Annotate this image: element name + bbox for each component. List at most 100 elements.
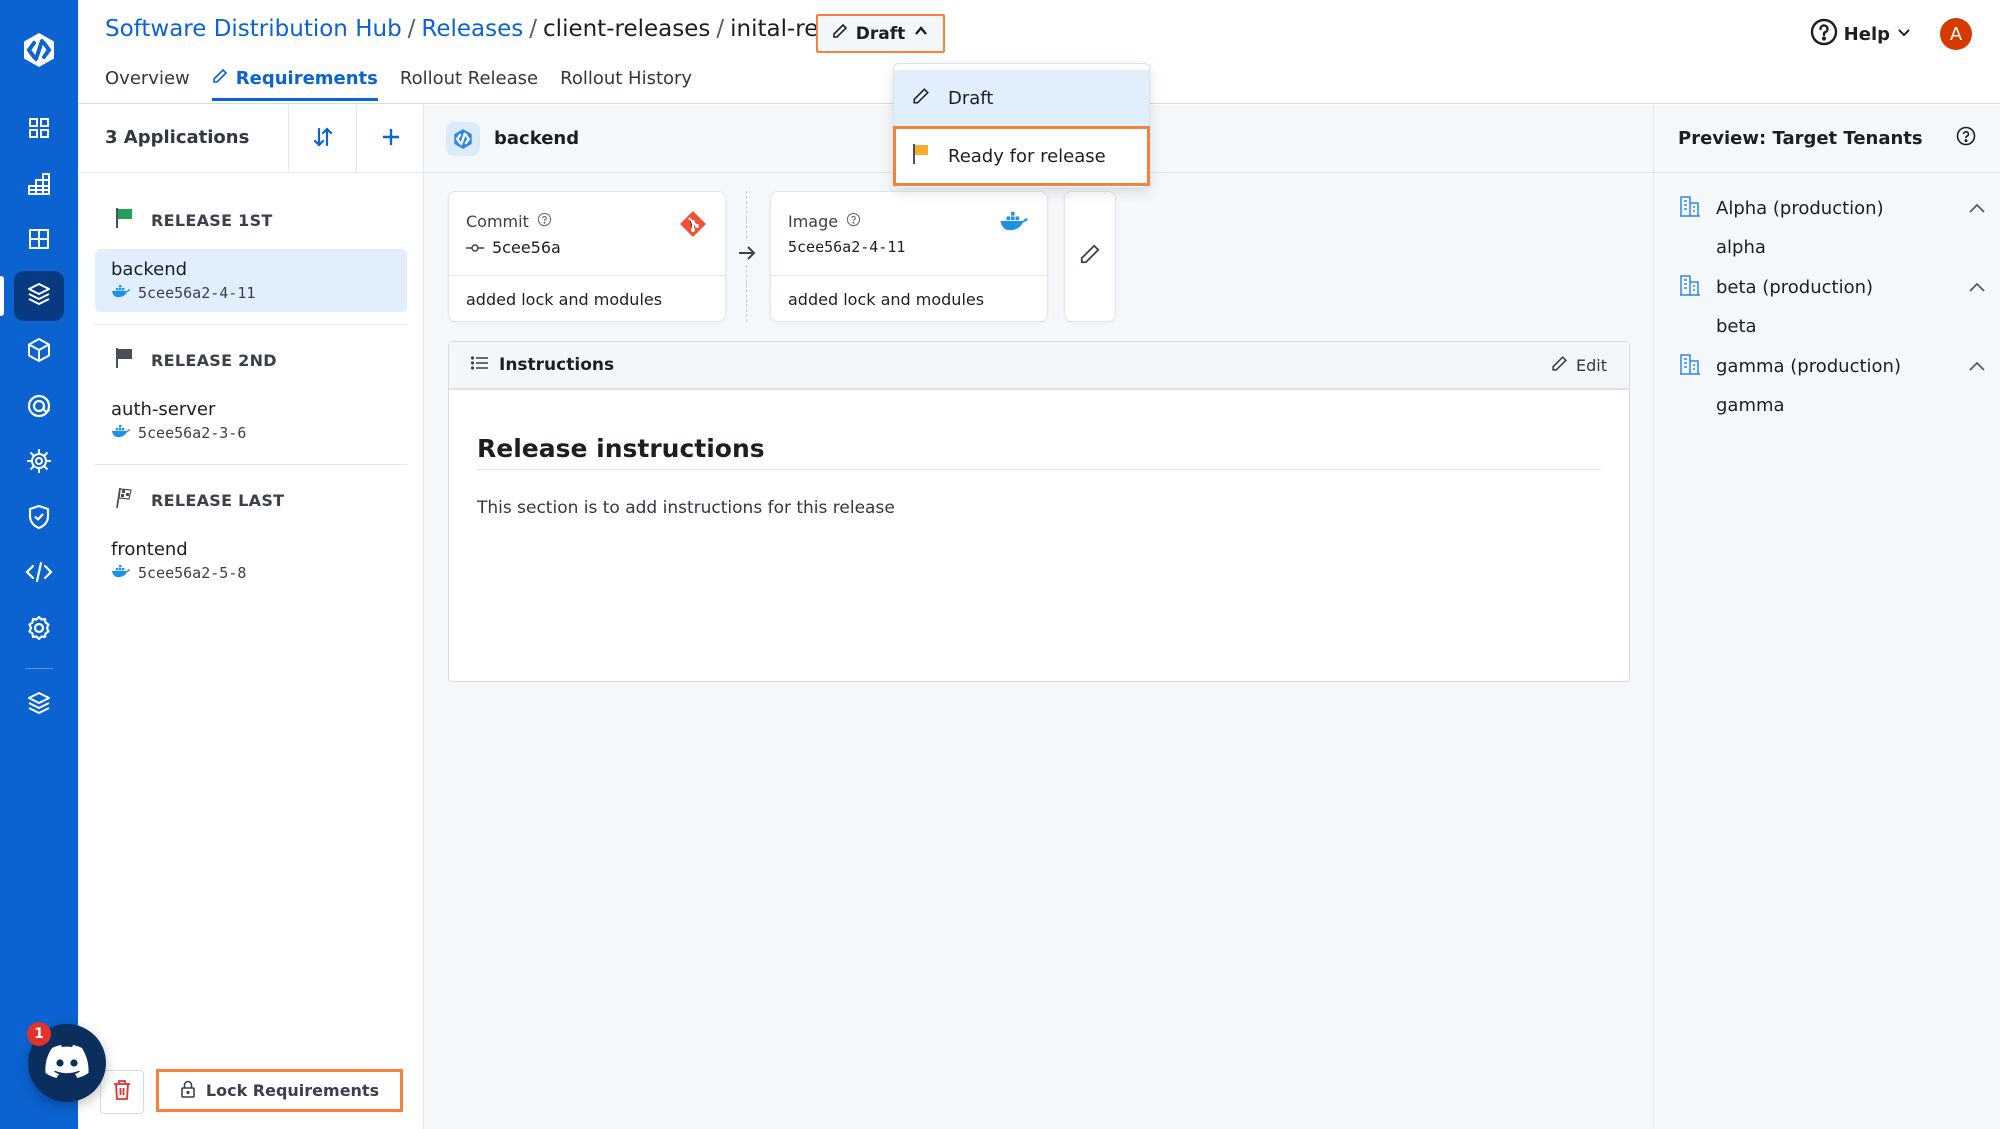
lock-icon [180, 1080, 196, 1102]
nav-targets[interactable] [14, 383, 64, 433]
status-option-draft[interactable]: Draft [894, 70, 1149, 126]
nav-developer[interactable] [14, 549, 64, 599]
tab-overview[interactable]: Overview [105, 68, 190, 101]
nav-dashboard[interactable] [14, 105, 64, 155]
trash-icon [112, 1079, 132, 1106]
nav-environments[interactable] [14, 438, 64, 488]
arrow-right-icon [735, 241, 759, 265]
building-icon [1678, 195, 1702, 222]
stacked-grid-icon [27, 172, 51, 201]
edit-label: Edit [1576, 355, 1607, 375]
nav-active-indicator [0, 276, 4, 316]
help-menu-button[interactable]: Help [1810, 18, 1912, 51]
release-group-header: RELEASE 2ND [95, 345, 407, 375]
breadcrumb-separator: / [529, 16, 538, 42]
breadcrumb-separator: / [716, 16, 725, 42]
help-circle-icon [1810, 18, 1838, 51]
release-group-label: RELEASE 2ND [151, 350, 277, 370]
release-group-header: RELEASE 1ST [95, 205, 407, 235]
flag-icon [912, 143, 930, 170]
target-tenants-title: Preview: Target Tenants [1678, 128, 1923, 149]
breadcrumb-separator: / [407, 16, 416, 42]
nav-divider [25, 668, 53, 669]
commit-hash: 5cee56a [492, 238, 561, 257]
edit-artifacts-button[interactable] [1064, 191, 1116, 322]
release-status-button[interactable]: Draft [816, 14, 945, 53]
application-name: auth-server [111, 399, 216, 420]
table-icon [28, 228, 50, 255]
gear-icon [26, 615, 52, 646]
user-avatar[interactable]: A [1940, 18, 1972, 50]
application-item[interactable]: auth-server 5cee56a2-3-6 [95, 389, 407, 452]
helm-wheel-icon [25, 447, 53, 480]
tab-rollout-release[interactable]: Rollout Release [400, 68, 538, 101]
tenant-item: beta [1716, 316, 1757, 337]
nav-layers[interactable] [14, 680, 64, 730]
pencil-icon [832, 23, 848, 44]
application-item[interactable]: frontend 5cee56a2-5-8 [95, 529, 407, 592]
nav-releases[interactable] [14, 271, 64, 321]
breadcrumb-releases[interactable]: Releases [421, 16, 523, 42]
tab-label: Rollout History [560, 68, 693, 89]
help-circle-icon[interactable] [846, 212, 861, 231]
release-group: RELEASE 2ND auth-server 5cee56a2-3-6 [95, 345, 407, 452]
flag-icon [115, 207, 133, 233]
breadcrumb-root[interactable]: Software Distribution Hub [105, 16, 402, 42]
status-dropdown-menu: Draft Ready for release [893, 63, 1150, 188]
instructions-body: This section is to add instructions for … [477, 498, 895, 518]
tenant-toggle[interactable]: Alpha (production) [1678, 193, 2000, 223]
tenant-item: gamma [1716, 395, 1785, 416]
tab-requirements[interactable]: Requirements [211, 68, 378, 101]
group-divider [95, 324, 407, 325]
lock-requirements-button[interactable]: Lock Requirements [156, 1069, 403, 1112]
app-logo-icon [446, 121, 480, 156]
breadcrumb-group: client-releases [543, 16, 711, 42]
application-title: backend [494, 128, 580, 149]
status-option-ready-for-release[interactable]: Ready for release [893, 126, 1150, 186]
left-nav [0, 0, 78, 1129]
tenant-toggle[interactable]: gamma (production) [1678, 351, 2000, 381]
tab-label: Overview [105, 68, 190, 89]
application-name: backend [111, 259, 188, 280]
tenant-label: Alpha (production) [1716, 197, 1884, 219]
tenant-group: Alpha (production) alpha [1654, 193, 2000, 258]
code-icon [25, 561, 53, 588]
at-target-icon [26, 393, 52, 424]
commit-label: Commit [466, 212, 529, 231]
release-group-header: RELEASE LAST [95, 485, 407, 515]
help-label: Help [1843, 24, 1890, 45]
help-circle-icon[interactable] [1956, 126, 1976, 151]
git-commit-icon [466, 238, 484, 257]
target-tenants-panel: Preview: Target Tenants Alpha (productio… [1653, 105, 2000, 1129]
chevron-up-icon [1968, 277, 1986, 298]
nav-layout[interactable] [14, 216, 64, 266]
tenant-toggle[interactable]: beta (production) [1678, 272, 2000, 302]
add-application-button[interactable] [356, 105, 424, 173]
nav-settings[interactable] [14, 605, 64, 655]
docker-icon [111, 284, 131, 302]
sort-arrows-icon [312, 126, 334, 153]
tab-label: Requirements [235, 68, 378, 89]
app-logo[interactable] [17, 28, 61, 72]
help-circle-icon[interactable] [537, 212, 552, 231]
group-divider [95, 464, 407, 465]
sort-button[interactable] [288, 105, 356, 173]
nav-analytics[interactable] [14, 161, 64, 211]
commit-card: Commit 5cee56a added lock and modules [448, 191, 726, 322]
tab-rollout-history[interactable]: Rollout History [560, 68, 692, 101]
tenant-label: gamma (production) [1716, 355, 1901, 377]
edit-instructions-button[interactable]: Edit [1551, 355, 1607, 376]
instructions-heading: Release instructions [477, 434, 1601, 470]
application-item[interactable]: backend 5cee56a2-4-11 [95, 249, 407, 312]
discord-icon [44, 1044, 90, 1083]
release-group: RELEASE 1ST backend 5cee56a2-4-11 [95, 205, 407, 312]
nav-packages[interactable] [14, 327, 64, 377]
pencil-icon [212, 68, 228, 89]
delete-button[interactable] [100, 1070, 144, 1114]
nav-security[interactable] [14, 494, 64, 544]
applications-panel: 3 Applications RELEASE 1ST backend 5cee5… [78, 105, 424, 1129]
instructions-title: Instructions [499, 355, 615, 375]
lock-requirements-label: Lock Requirements [205, 1081, 380, 1100]
flag-icon [115, 347, 133, 373]
docker-logo-icon [999, 210, 1029, 237]
